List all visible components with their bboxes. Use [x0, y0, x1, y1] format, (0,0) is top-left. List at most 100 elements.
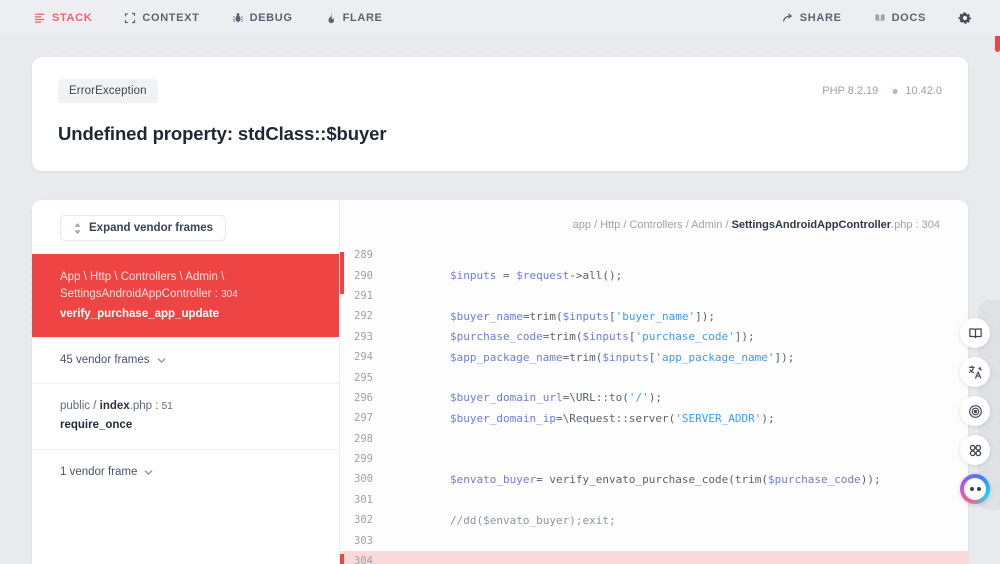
gear-icon: [958, 11, 972, 25]
avatar-eye-left: [969, 487, 974, 491]
code-line-number: 300: [354, 473, 373, 486]
error-summary-card: ErrorException PHP 8.2.19 10.42.0 Undefi…: [32, 57, 968, 171]
code-line[interactable]: 292 $buyer_name=trim($inputs['buyer_name'…: [340, 306, 968, 326]
code-line[interactable]: 291: [340, 286, 968, 306]
frame-method-name: require_once: [60, 419, 133, 432]
expand-vendor-frames-button[interactable]: Expand vendor frames: [60, 215, 226, 241]
code-line-number: 296: [354, 391, 373, 404]
assistant-avatar[interactable]: [960, 474, 990, 504]
frame-group-vendor-45[interactable]: 45 vendor frames: [32, 336, 339, 383]
flare-icon: [325, 12, 337, 24]
code-line[interactable]: 303: [340, 530, 968, 550]
code-line-source: $inputs = $request->all();: [450, 269, 623, 283]
code-line-source: $buyer_domain_url=\URL::to('/');: [450, 391, 662, 405]
code-line[interactable]: 289: [340, 245, 968, 265]
frame-group-vendor-1[interactable]: 1 vendor frame: [32, 448, 339, 495]
code-line[interactable]: 299: [340, 449, 968, 469]
docs-dock-button[interactable]: [960, 318, 990, 348]
tab-debug-label: DEBUG: [249, 12, 293, 24]
framework-version-label: 10.42.0: [905, 85, 942, 97]
frame-path-file: index: [99, 400, 130, 412]
floating-dock: [958, 318, 992, 504]
translate-dock-button[interactable]: [960, 357, 990, 387]
code-line-number: 294: [354, 351, 373, 364]
translate-icon: [968, 365, 983, 380]
code-line-source: $buyer_domain_ip=\Request::server('SERVE…: [450, 411, 775, 425]
code-line[interactable]: 290 $inputs = $request->all();: [340, 265, 968, 285]
code-line[interactable]: 294 $app_package_name=trim($inputs['app_p…: [340, 347, 968, 367]
code-line-number: 299: [354, 453, 373, 466]
php-version-label: PHP 8.2.19: [822, 85, 879, 97]
frame-line-number: 51: [161, 401, 173, 412]
code-line-number: 303: [354, 534, 373, 547]
tab-stack[interactable]: STACK: [18, 8, 108, 28]
code-line-number: 302: [354, 514, 373, 527]
target-dock-button[interactable]: [960, 396, 990, 426]
framework-version: 10.42.0: [890, 85, 942, 97]
code-line[interactable]: 304: [340, 550, 968, 564]
bug-icon: [232, 12, 244, 24]
error-card-header: ErrorException PHP 8.2.19 10.42.0: [58, 79, 942, 103]
frame-path-prefix: public /: [60, 400, 97, 412]
tab-stack-label: STACK: [52, 12, 93, 24]
target-icon: [968, 404, 983, 419]
vendor-frames-count-label: 45 vendor frames: [60, 353, 150, 366]
expand-vendor-frames-label: Expand vendor frames: [89, 222, 213, 234]
grid-icon: [968, 443, 983, 458]
code-line-number: 292: [354, 310, 373, 323]
nav-right-group: SHARE DOCS: [766, 7, 982, 29]
exception-type-badge: ErrorException: [58, 79, 158, 103]
code-line[interactable]: 301: [340, 490, 968, 510]
code-lines[interactable]: 289 290 $inputs = $request->all(); 291 292 $b…: [340, 245, 968, 564]
frame-path: App \ Http \ Controllers \ Admin \ Setti…: [60, 271, 225, 301]
apps-dock-button[interactable]: [960, 435, 990, 465]
code-line-number: 304: [340, 554, 402, 564]
code-line-number: 295: [354, 371, 373, 384]
code-line[interactable]: 300 $envato_buyer= verify_envato_purchase…: [340, 469, 968, 489]
code-line[interactable]: 297 $buyer_domain_ip=\Request::server('SE…: [340, 408, 968, 428]
frame-item-index-php[interactable]: public / index.php : 51 require_once: [32, 383, 339, 449]
environment-meta: PHP 8.2.19 10.42.0: [822, 79, 942, 97]
share-button[interactable]: SHARE: [766, 8, 858, 28]
code-line[interactable]: 298: [340, 429, 968, 449]
breadcrumb: app / Http / Controllers / Admin / Setti…: [340, 200, 968, 245]
laravel-icon: [890, 86, 901, 97]
code-line-number: 289: [354, 249, 373, 262]
code-line[interactable]: 293 $purchase_code=trim($inputs['purchase…: [340, 327, 968, 347]
frames-toolbar: Expand vendor frames: [32, 200, 339, 254]
error-message: Undefined property: stdClass::$buyer: [58, 123, 387, 144]
code-line-number: 291: [354, 289, 373, 302]
code-line-number: 290: [354, 269, 373, 282]
stack-icon: [34, 12, 46, 24]
stack-trace-panel: Expand vendor frames App \ Http \ Contro…: [32, 200, 968, 564]
tab-flare-label: FLARE: [342, 12, 383, 24]
chevron-down-icon: [157, 356, 166, 365]
context-icon: [124, 12, 136, 24]
tab-context[interactable]: CONTEXT: [108, 8, 215, 28]
code-line[interactable]: 296 $buyer_domain_url=\URL::to('/');: [340, 388, 968, 408]
nav-left-group: STACK CONTEXT DEBUG FLARE: [18, 8, 399, 28]
frames-sidebar: Expand vendor frames App \ Http \ Contro…: [32, 200, 340, 564]
breadcrumb-prefix: app / Http / Controllers / Admin /: [572, 219, 729, 231]
tab-debug[interactable]: DEBUG: [216, 8, 309, 28]
page-scrollbar[interactable]: [995, 0, 1000, 564]
frame-item-active[interactable]: App \ Http \ Controllers \ Admin \ Setti…: [32, 254, 339, 337]
book-icon: [968, 326, 983, 341]
code-line-number: 298: [354, 432, 373, 445]
chevron-down-icon: [144, 468, 153, 477]
code-line-source: $buyer_name=trim($inputs['buyer_name']);: [450, 309, 715, 323]
code-line[interactable]: 295: [340, 367, 968, 387]
code-line-source: $envato_buyer= verify_envato_purchase_co…: [450, 472, 881, 486]
docs-label: DOCS: [891, 12, 926, 24]
settings-button[interactable]: [942, 7, 982, 29]
expand-vertical-icon: [73, 222, 82, 234]
tab-flare[interactable]: FLARE: [309, 8, 399, 28]
frame-line: 304: [221, 289, 238, 301]
code-line-source: $app_package_name=trim($inputs['app_pack…: [450, 350, 795, 364]
code-line[interactable]: 302 //dd($envato_buyer);exit;: [340, 510, 968, 530]
code-viewer: app / Http / Controllers / Admin / Setti…: [340, 200, 968, 564]
vendor-frame-count-label: 1 vendor frame: [60, 465, 138, 478]
docs-button[interactable]: DOCS: [858, 8, 942, 28]
code-line-source: $purchase_code=trim($inputs['purchase_co…: [450, 330, 755, 344]
code-line-number: 293: [354, 330, 373, 343]
